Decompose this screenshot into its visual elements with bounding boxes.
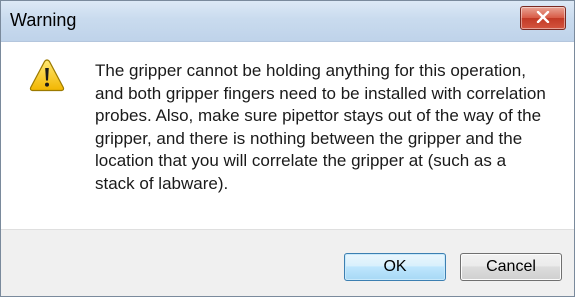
title-bar[interactable]: Warning [1,1,574,42]
warning-message: The gripper cannot be holding anything f… [95,61,546,193]
cancel-button[interactable]: Cancel [460,253,562,281]
button-bar: OK Cancel [1,229,574,296]
ok-button[interactable]: OK [344,253,446,281]
dialog-content: The gripper cannot be holding anything f… [1,42,574,229]
close-button[interactable] [520,6,566,30]
warning-icon [29,59,65,92]
warning-dialog: Warning The gripper cannot be holding an… [0,0,575,297]
close-icon [536,11,550,23]
dialog-title: Warning [10,10,77,30]
